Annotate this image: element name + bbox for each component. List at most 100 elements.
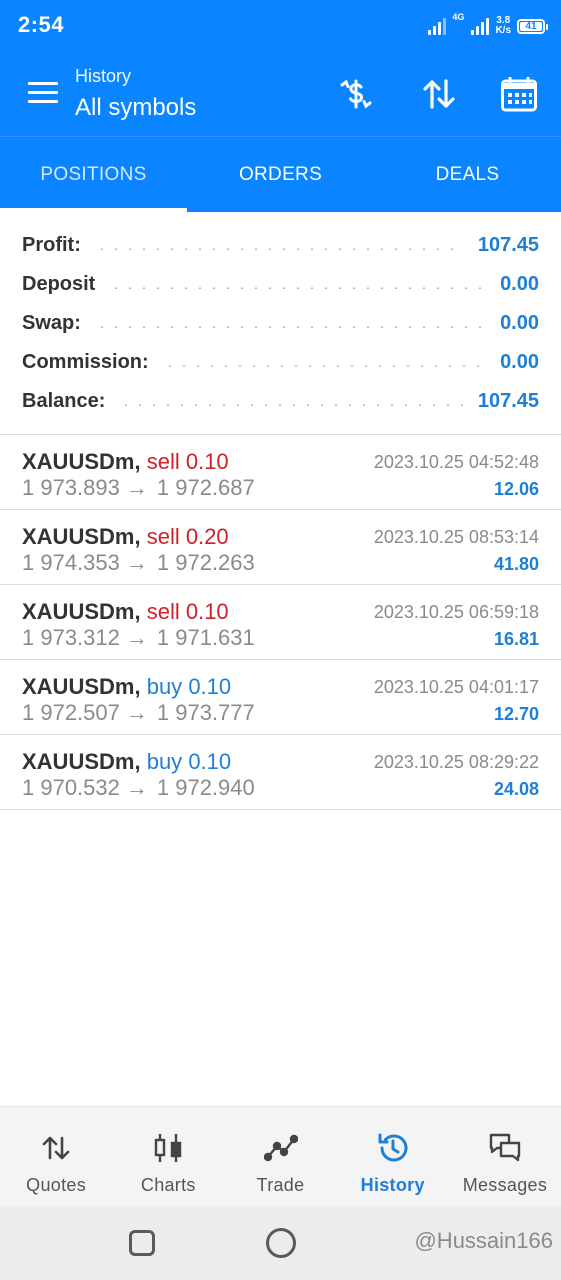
page-subtitle: History	[75, 66, 132, 86]
tab-orders[interactable]: ORDERS	[187, 137, 374, 212]
close-price: 1 972.940	[156, 775, 255, 800]
dotted-leader	[109, 286, 487, 289]
position-profit: 16.81	[493, 629, 539, 649]
position-time: 2023.10.25 04:52:48	[373, 452, 539, 472]
position-profit: 12.06	[493, 479, 539, 499]
arrow-icon: →	[125, 625, 148, 650]
summary-label: Profit:	[22, 234, 81, 256]
open-price: 1 972.507	[22, 700, 120, 725]
open-price: 1 974.353	[22, 550, 120, 575]
position-volume: 0.20	[185, 524, 229, 549]
dotted-leader	[162, 364, 487, 367]
quotes-icon	[42, 1136, 70, 1160]
status-indicators: 4G 3.8 K/s 41	[428, 12, 548, 40]
close-price: 1 972.263	[156, 550, 255, 575]
network-type: 4G	[452, 12, 465, 22]
menu-icon[interactable]	[28, 82, 58, 104]
position-time: 2023.10.25 08:29:22	[373, 752, 539, 772]
position-row[interactable]: XAUUSDm, sell 0.10 2023.10.25 04:52:48 1…	[0, 435, 561, 510]
summary-row-profit: Profit: 107.45	[0, 226, 561, 265]
position-row[interactable]: XAUUSDm, sell 0.20 2023.10.25 08:53:14 1…	[0, 510, 561, 585]
position-profit: 24.08	[493, 779, 539, 799]
position-row[interactable]: XAUUSDm, buy 0.10 2023.10.25 04:01:17 1 …	[0, 660, 561, 735]
summary-row-swap: Swap: 0.00	[0, 304, 561, 343]
position-title: XAUUSDm, sell 0.10	[22, 449, 229, 475]
tab-deals[interactable]: DEALS	[374, 137, 561, 212]
summary-value: 107.45	[477, 390, 539, 412]
position-title: XAUUSDm, buy 0.10	[22, 674, 231, 700]
history-summary: Profit: 107.45 Deposit 0.00 Swap: 0.00 C…	[0, 226, 561, 421]
position-side: sell	[146, 449, 180, 474]
position-prices: 1 973.312 → 1 971.631	[22, 625, 255, 651]
watermark: @Hussain166	[414, 1228, 553, 1253]
recent-apps-button[interactable]	[129, 1230, 155, 1256]
summary-row-commission: Commission: 0.00	[0, 343, 561, 382]
summary-value: 107.45	[477, 234, 539, 256]
summary-label: Swap:	[22, 312, 81, 334]
position-title: XAUUSDm, sell 0.10	[22, 599, 229, 625]
position-symbol: XAUUSDm,	[22, 449, 141, 474]
position-row[interactable]: XAUUSDm, buy 0.10 2023.10.25 08:29:22 1 …	[0, 735, 561, 810]
position-volume: 0.10	[185, 449, 229, 474]
arrow-icon: →	[125, 550, 148, 575]
position-title: XAUUSDm, buy 0.10	[22, 749, 231, 775]
calendar-icon[interactable]	[499, 74, 539, 114]
nav-label: Trade	[256, 1175, 305, 1195]
summary-label: Balance:	[22, 390, 106, 412]
position-prices: 1 974.353 → 1 972.263	[22, 550, 255, 576]
position-time: 2023.10.25 06:59:18	[373, 602, 539, 622]
close-price: 1 971.631	[156, 625, 255, 650]
summary-value: 0.00	[500, 312, 539, 334]
position-symbol: XAUUSDm,	[22, 524, 141, 549]
sort-icon[interactable]	[419, 74, 459, 114]
tab-bar: POSITIONS ORDERS DEALS	[0, 136, 561, 212]
currency-icon[interactable]	[336, 74, 376, 114]
close-price: 1 972.687	[156, 475, 255, 500]
nav-messages[interactable]: Messages	[449, 1107, 561, 1206]
battery-level: 41	[525, 20, 537, 32]
arrow-icon: →	[125, 775, 148, 800]
dotted-leader	[94, 325, 487, 328]
close-price: 1 973.777	[156, 700, 255, 725]
position-side: sell	[146, 599, 180, 624]
position-side: buy	[146, 749, 183, 774]
open-price: 1 973.312	[22, 625, 120, 650]
status-time: 2:54	[18, 12, 65, 37]
summary-value: 0.00	[500, 351, 539, 373]
open-price: 1 973.893	[22, 475, 120, 500]
bottom-navigation: Quotes Charts Trade History Messages	[0, 1106, 561, 1206]
open-price: 1 970.532	[22, 775, 120, 800]
nav-label: Quotes	[26, 1175, 87, 1195]
position-symbol: XAUUSDm,	[22, 749, 141, 774]
position-profit: 12.70	[493, 704, 539, 724]
trade-icon	[263, 1134, 298, 1162]
dotted-leader	[119, 403, 464, 406]
symbol-selector[interactable]: All symbols	[75, 94, 196, 122]
position-profit: 41.80	[493, 554, 539, 574]
position-prices: 1 972.507 → 1 973.777	[22, 700, 255, 726]
position-time: 2023.10.25 04:01:17	[373, 677, 539, 697]
position-symbol: XAUUSDm,	[22, 674, 141, 699]
dotted-leader	[94, 247, 464, 250]
nav-label: History	[360, 1175, 425, 1195]
nav-trade[interactable]: Trade	[224, 1107, 336, 1206]
positions-list: XAUUSDm, sell 0.10 2023.10.25 04:52:48 1…	[0, 435, 561, 810]
arrow-icon: →	[125, 700, 148, 725]
home-button[interactable]	[266, 1228, 296, 1258]
position-row[interactable]: XAUUSDm, sell 0.10 2023.10.25 06:59:18 1…	[0, 585, 561, 660]
nav-history[interactable]: History	[337, 1107, 449, 1206]
network-speed: 3.8 K/s	[495, 16, 511, 36]
nav-charts[interactable]: Charts	[112, 1107, 224, 1206]
system-navigation: @Hussain166	[0, 1206, 561, 1280]
nav-quotes[interactable]: Quotes	[0, 1107, 112, 1206]
battery-icon: 41	[517, 18, 548, 34]
position-prices: 1 970.532 → 1 972.940	[22, 775, 255, 801]
position-volume: 0.10	[188, 674, 232, 699]
messages-icon	[489, 1133, 521, 1162]
tab-positions[interactable]: POSITIONS	[0, 137, 187, 212]
history-icon	[378, 1133, 408, 1162]
position-symbol: XAUUSDm,	[22, 599, 141, 624]
position-side: buy	[146, 674, 183, 699]
summary-row-deposit: Deposit 0.00	[0, 265, 561, 304]
signal-icon	[428, 17, 447, 35]
